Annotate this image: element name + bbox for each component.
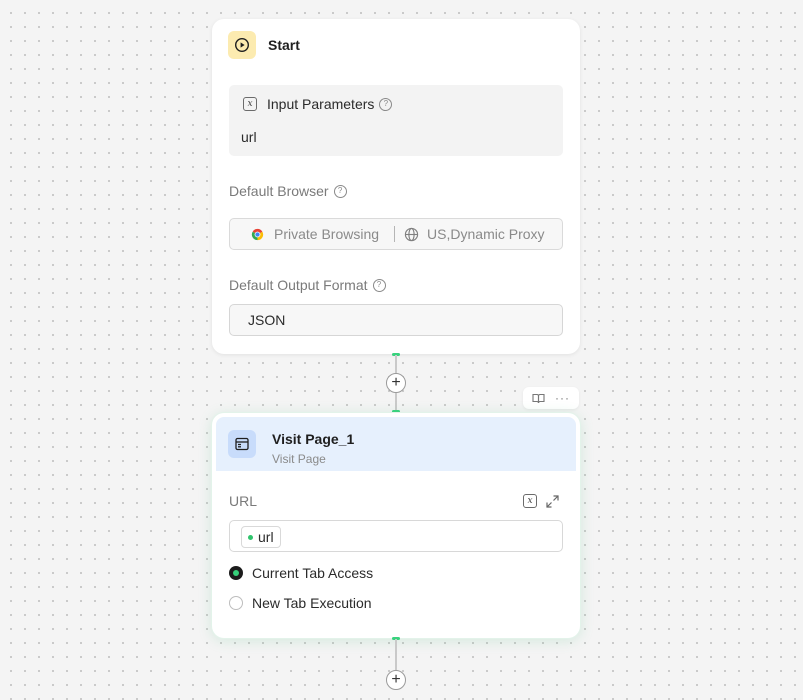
default-output-format-label-row: Default Output Format ? [229,277,386,293]
chrome-icon [250,227,265,242]
output-format-select[interactable]: JSON [229,304,563,336]
browser-window-icon [228,430,256,458]
radio-button-unchecked[interactable] [229,596,243,610]
connector-line [395,355,397,374]
book-icon[interactable] [532,393,545,404]
visit-page-node-header: Visit Page_1 Visit Page [216,417,576,471]
input-parameters-header: x Input Parameters ? [243,96,393,112]
proxy-label: US,Dynamic Proxy [427,226,545,242]
input-parameters-box[interactable]: x Input Parameters ? url [229,85,563,156]
browser-mode-label: Private Browsing [274,226,380,242]
start-node-header: Start [228,31,300,59]
default-output-format-label: Default Output Format [229,277,368,293]
start-node-card[interactable]: Start x Input Parameters ? url Default B… [212,19,580,354]
url-label: URL [229,493,258,509]
browser-mode: Private Browsing [250,226,379,242]
default-browser-selector[interactable]: Private Browsing US,Dynamic Proxy [229,218,563,250]
visit-page-title: Visit Page_1 [272,431,355,447]
divider [394,226,396,242]
node-toolbar: ··· [523,387,579,409]
visit-page-subtitle: Visit Page [272,452,326,466]
help-icon[interactable]: ? [333,184,347,198]
help-icon[interactable]: ? [379,97,393,111]
proxy-setting: US,Dynamic Proxy [404,226,545,242]
play-circle-icon [228,31,256,59]
radio-button-checked[interactable] [229,566,243,580]
variable-icon: x [243,97,257,111]
add-step-button[interactable]: + [386,373,406,393]
more-options-icon[interactable]: ··· [555,392,570,404]
radio-label: Current Tab Access [252,565,374,581]
input-parameters-label: Input Parameters [267,96,375,112]
variable-chip[interactable]: url [241,526,281,548]
add-step-button[interactable]: + [386,670,406,690]
default-browser-label-row: Default Browser ? [229,183,347,199]
help-icon[interactable]: ? [372,278,386,292]
url-field-tools: x [523,494,559,508]
expand-icon[interactable] [546,494,559,508]
variable-icon[interactable]: x [523,494,537,508]
start-node-title: Start [268,37,300,53]
default-browser-label: Default Browser [229,183,329,199]
globe-icon [404,227,419,242]
radio-current-tab[interactable]: Current Tab Access [229,565,373,581]
variable-chip-label: url [258,529,274,545]
connector-line [395,639,397,670]
visit-page-node-card[interactable]: Visit Page_1 Visit Page URL x url Curren… [212,413,580,638]
url-input[interactable]: url [229,520,563,552]
connector-line [395,393,397,411]
visit-page-title-block: Visit Page_1 Visit Page [272,431,354,466]
status-dot [248,534,253,540]
radio-new-tab[interactable]: New Tab Execution [229,595,372,611]
radio-label: New Tab Execution [252,595,372,611]
input-parameter-value: url [241,129,257,145]
